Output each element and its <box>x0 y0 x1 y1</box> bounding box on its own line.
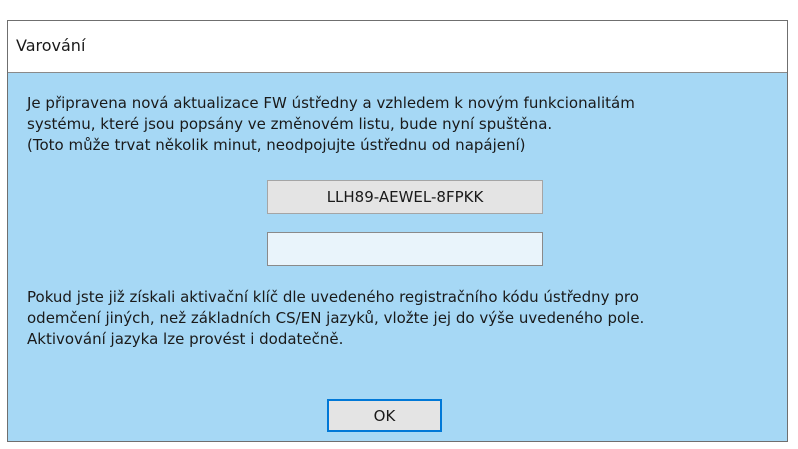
ok-button[interactable]: OK <box>327 399 442 432</box>
activation-message: Pokud jste již získali aktivační klíč dl… <box>27 288 645 348</box>
warning-dialog: Varování Je připravena nová aktualizace … <box>7 20 788 442</box>
dialog-title: Varování <box>16 36 86 55</box>
dialog-content: Je připravena nová aktualizace FW ústřed… <box>8 73 787 441</box>
update-message: Je připravena nová aktualizace FW ústřed… <box>27 94 635 154</box>
registration-code-field: LLH89-AEWEL-8FPKK <box>267 180 543 214</box>
dialog-titlebar[interactable]: Varování <box>8 21 787 73</box>
activation-key-input[interactable] <box>267 232 543 266</box>
